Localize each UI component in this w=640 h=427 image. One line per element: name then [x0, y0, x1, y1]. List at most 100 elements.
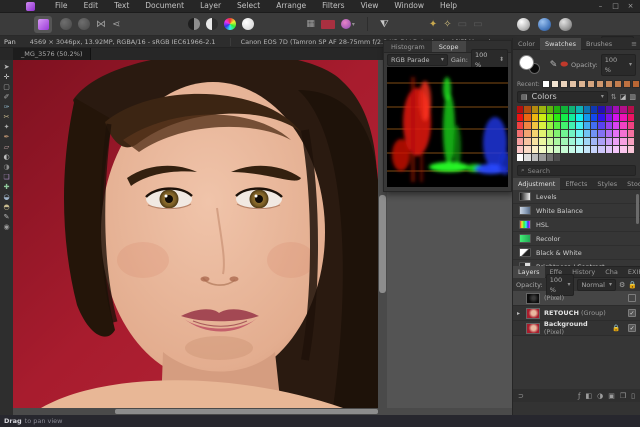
recent-swatch[interactable]: [614, 80, 622, 88]
horizontal-scrollbar-thumb[interactable]: [115, 409, 378, 414]
photo-persona-button[interactable]: [34, 16, 52, 33]
recent-swatch[interactable]: [578, 80, 586, 88]
marquee-tool-icon[interactable]: ▢: [1, 83, 12, 92]
layer-thumbnail[interactable]: [526, 293, 540, 304]
recent-swatch[interactable]: [542, 80, 550, 88]
layer-row-retouch[interactable]: ▸RETOUCH (Group)✓: [513, 306, 640, 321]
swatch-cell[interactable]: [584, 146, 590, 153]
snapping-icon[interactable]: ✦: [429, 16, 437, 33]
tab-stock[interactable]: Stock: [622, 178, 640, 190]
menu-item-text[interactable]: Text: [106, 0, 137, 12]
swatch-cell[interactable]: [584, 114, 590, 121]
swatch-cell[interactable]: [524, 146, 530, 153]
swatch-cell[interactable]: [576, 146, 582, 153]
move-tool-icon[interactable]: ➤: [1, 63, 12, 72]
swatch-cell[interactable]: [561, 122, 567, 129]
swatch-cell[interactable]: [517, 122, 523, 129]
swatch-cell[interactable]: [539, 122, 545, 129]
tab-histogram[interactable]: Histogram: [384, 41, 432, 52]
expand-caret-icon[interactable]: ▸: [517, 310, 522, 317]
swatch-cell[interactable]: [591, 106, 597, 113]
swatch-cell[interactable]: [547, 138, 553, 145]
preview-sphere-white-icon[interactable]: [517, 18, 530, 31]
swatch-cell[interactable]: [517, 114, 523, 121]
swatch-cell[interactable]: [524, 122, 530, 129]
swatch-cell[interactable]: [554, 130, 560, 137]
swatch-cell[interactable]: [613, 114, 619, 121]
tab-styles[interactable]: Styles: [592, 178, 622, 190]
swatch-cell[interactable]: [598, 122, 604, 129]
swatch-cell[interactable]: [532, 138, 538, 145]
swatch-cell[interactable]: [591, 114, 597, 121]
menu-item-edit[interactable]: Edit: [76, 0, 107, 12]
erase-tool-icon[interactable]: ▱: [1, 143, 12, 152]
swatch-cell[interactable]: [524, 106, 530, 113]
swatch-cell[interactable]: [517, 130, 523, 137]
swatch-cell[interactable]: [532, 106, 538, 113]
auto-contrast-button[interactable]: [206, 18, 218, 30]
swatch-cell[interactable]: [569, 146, 575, 153]
adjustment-scrollbar-thumb[interactable]: [636, 194, 639, 224]
swatch-cell[interactable]: [539, 146, 545, 153]
swatch-cell[interactable]: [532, 114, 538, 121]
swatch-cell[interactable]: [547, 154, 553, 161]
fill-swatch[interactable]: [321, 20, 335, 29]
scope-mode-select[interactable]: RGB Parade▾: [387, 54, 448, 66]
preview-sphere-grey-icon[interactable]: [559, 18, 572, 31]
recent-swatch[interactable]: [587, 80, 595, 88]
swatch-cell[interactable]: [547, 146, 553, 153]
new-group-icon[interactable]: ❒: [620, 392, 626, 400]
swatch-cell[interactable]: [628, 122, 634, 129]
develop-persona-button[interactable]: [78, 18, 90, 30]
swatch-cell[interactable]: [598, 106, 604, 113]
tab-channels[interactable]: Cha: [600, 266, 623, 278]
swatch-cell[interactable]: [606, 114, 612, 121]
swatch-cell[interactable]: [554, 122, 560, 129]
adjustment-item-white-balance[interactable]: White Balance: [513, 204, 640, 218]
swatch-cell[interactable]: [517, 146, 523, 153]
swatch-cell[interactable]: [554, 138, 560, 145]
menu-item-select[interactable]: Select: [229, 0, 268, 12]
tab-brushes[interactable]: Brushes: [581, 38, 617, 50]
swatch-cell[interactable]: [628, 106, 634, 113]
swatch-cell[interactable]: [591, 138, 597, 145]
canvas-viewport[interactable]: [13, 60, 378, 408]
swatch-cell[interactable]: [569, 122, 575, 129]
export-persona-button[interactable]: ⋖: [112, 16, 120, 33]
liquify-persona-button[interactable]: [60, 18, 72, 30]
paint-brush-tool-icon[interactable]: ✒: [1, 133, 12, 142]
delete-icon[interactable]: ▯: [631, 392, 635, 400]
recent-swatch[interactable]: [596, 80, 604, 88]
swatch-cell[interactable]: [628, 146, 634, 153]
swatch-cell[interactable]: [584, 122, 590, 129]
mask-icon[interactable]: ◧: [586, 392, 593, 400]
pencil-icon[interactable]: ✎: [550, 60, 558, 70]
swatch-cell[interactable]: [561, 130, 567, 137]
layer-thumbnail[interactable]: [526, 308, 540, 319]
preview-sphere-blue-icon[interactable]: [538, 18, 551, 31]
swatch-cell[interactable]: [561, 138, 567, 145]
tab-exif[interactable]: EXIF: [623, 266, 640, 278]
swatch-cell[interactable]: [584, 130, 590, 137]
sharpen-tool-icon[interactable]: ◓: [1, 203, 12, 212]
swatch-cell[interactable]: [628, 138, 634, 145]
swatch-cell[interactable]: [554, 114, 560, 121]
auto-white-balance-button[interactable]: [242, 18, 254, 30]
tab-swatches[interactable]: Swatches: [540, 38, 581, 50]
assistant-tie-icon[interactable]: ⧨: [380, 16, 389, 33]
swatch-cell[interactable]: [539, 106, 545, 113]
blur-tool-icon[interactable]: ◒: [1, 193, 12, 202]
blend-options-gear-icon[interactable]: ⚙: [619, 281, 625, 289]
swatch-cell[interactable]: [532, 146, 538, 153]
recent-swatch[interactable]: [605, 80, 613, 88]
swatch-cell[interactable]: [613, 138, 619, 145]
primary-color-well[interactable]: [519, 55, 534, 70]
swatch-cell[interactable]: [613, 106, 619, 113]
search-field[interactable]: ⌕ Search: [517, 165, 636, 176]
snapping-candidates-icon[interactable]: ✧: [443, 16, 451, 33]
swatch-cell[interactable]: [569, 114, 575, 121]
adjustment-item-hsl[interactable]: HSL: [513, 218, 640, 232]
fx-icon[interactable]: ƒ: [578, 392, 580, 400]
swatch-cell[interactable]: [576, 114, 582, 121]
recent-swatch[interactable]: [551, 80, 559, 88]
